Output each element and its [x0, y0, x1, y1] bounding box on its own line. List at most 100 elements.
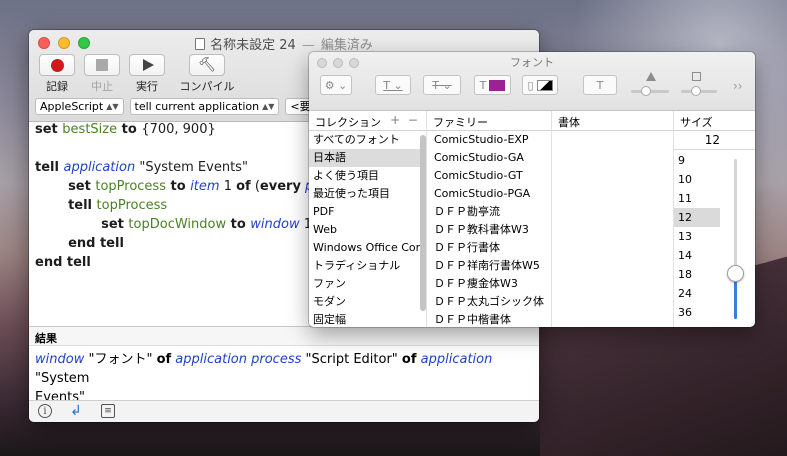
- record-icon: [50, 58, 64, 72]
- return-icon[interactable]: ↲: [69, 403, 83, 419]
- text-color-button[interactable]: T: [474, 75, 511, 95]
- list-item[interactable]: ＤＦＰ痩金体W3: [427, 275, 551, 293]
- compile-button[interactable]: 🔨︎ コンパイル: [177, 54, 237, 94]
- shadow-blur-slider[interactable]: [681, 86, 717, 96]
- list-item[interactable]: ＤＦＰ教科書体W3: [427, 221, 551, 239]
- size-list: 9 10 11 12 13 14 18 24 36 48: [674, 151, 720, 327]
- target-popup-label: tell current application: [134, 99, 260, 113]
- chevron-right-icon[interactable]: ››: [733, 79, 743, 93]
- list-item[interactable]: ファン: [309, 275, 426, 293]
- document-icon[interactable]: [195, 38, 206, 50]
- popup-arrows-icon: ▲▼: [106, 101, 119, 111]
- result-text[interactable]: window "フォント" of application process "Sc…: [35, 350, 515, 407]
- document-color-swatch: [536, 79, 553, 91]
- run-label: 実行: [136, 80, 158, 93]
- info-icon[interactable]: i: [38, 404, 52, 418]
- size-header: サイズ: [680, 116, 713, 129]
- list-item[interactable]: ComicStudio-GA: [427, 149, 551, 167]
- document-color-button[interactable]: ▯: [522, 75, 558, 95]
- slider-knob[interactable]: [641, 86, 651, 96]
- text-shadow-icon: T: [596, 78, 604, 92]
- window-title: 名称未設定 24 — 編集済み: [29, 34, 539, 53]
- action-menu-button[interactable]: ⚙ ⌄: [320, 75, 352, 95]
- family-header: ファミリー: [427, 111, 552, 131]
- record-label: 記録: [46, 80, 68, 93]
- popup-arrows-icon: ▲▼: [262, 101, 275, 111]
- list-item[interactable]: 13: [674, 227, 720, 246]
- fonts-title-bar[interactable]: フォント ⚙ ⌄ T ⌄ T ⌄ T ▯ T ››: [309, 52, 755, 111]
- fonts-panel-title: フォント: [510, 56, 554, 69]
- window-title-name: 名称未設定 24: [210, 38, 296, 53]
- slider-knob[interactable]: [691, 86, 701, 96]
- list-item[interactable]: 36: [674, 303, 720, 322]
- script-editor-text[interactable]: set bestSize to {700, 900} tell applicat…: [35, 120, 342, 272]
- shadow-blur-icon: [692, 72, 701, 81]
- list-item[interactable]: すべてのフォント: [309, 131, 426, 149]
- language-popup[interactable]: AppleScript ▲▼: [35, 97, 124, 115]
- status-bar: i ↲ ≡: [29, 400, 539, 422]
- document-color-icon: ▯: [527, 78, 534, 92]
- list-item[interactable]: 10: [674, 170, 720, 189]
- list-item[interactable]: 18: [674, 265, 720, 284]
- list-item[interactable]: 日本語: [309, 149, 426, 167]
- gear-icon: ⚙ ⌄: [324, 78, 348, 92]
- list-item[interactable]: ComicStudio-GT: [427, 167, 551, 185]
- list-item[interactable]: 11: [674, 189, 720, 208]
- collection-header: コレクション + −: [309, 111, 427, 131]
- list-item[interactable]: 固定幅: [309, 311, 426, 327]
- typeface-list: [552, 131, 674, 327]
- fonts-panel: フォント ⚙ ⌄ T ⌄ T ⌄ T ▯ T ›› コレクション + − ファミリ…: [309, 52, 755, 327]
- text-color-swatch: [489, 79, 506, 91]
- list-item[interactable]: 14: [674, 246, 720, 265]
- list-item[interactable]: ＤＦＰ勘亭流: [427, 203, 551, 221]
- list-item[interactable]: ComicStudio-PGA: [427, 185, 551, 203]
- list-item[interactable]: 12: [674, 208, 720, 227]
- result-header: 結果: [29, 326, 539, 346]
- size-slider-knob[interactable]: [727, 265, 744, 282]
- list-item[interactable]: よく使う項目: [309, 167, 426, 185]
- list-item[interactable]: PDF: [309, 203, 426, 221]
- underline-icon: T ⌄: [383, 78, 403, 92]
- list-item[interactable]: ＤＦＰ祥南行書体W5: [427, 257, 551, 275]
- stop-button[interactable]: 中止: [80, 54, 124, 94]
- target-popup[interactable]: tell current application ▲▼: [129, 97, 280, 115]
- compile-label: コンパイル: [179, 80, 235, 93]
- title-separator: —: [301, 38, 315, 53]
- list-item[interactable]: 24: [674, 284, 720, 303]
- list-item[interactable]: 48: [674, 322, 720, 327]
- strikethrough-icon: T ⌄: [432, 78, 452, 92]
- list-item[interactable]: Windows Office Cor: [309, 239, 426, 257]
- list-icon[interactable]: ≡: [101, 404, 115, 418]
- size-input[interactable]: 12: [674, 131, 755, 150]
- run-button[interactable]: 実行: [125, 54, 169, 94]
- run-icon: [142, 59, 154, 71]
- add-remove-collection-buttons[interactable]: + −: [390, 113, 420, 127]
- list-item[interactable]: ComicStudio-EXP: [427, 131, 551, 149]
- underline-button[interactable]: T ⌄: [375, 75, 411, 95]
- size-column: 12 9 10 11 12 13 14 18 24 36 48: [674, 131, 755, 327]
- stop-label: 中止: [91, 80, 113, 93]
- list-item[interactable]: ＤＦＰ太丸ゴシック体: [427, 293, 551, 311]
- stop-icon: [96, 59, 108, 71]
- text-shadow-button[interactable]: T: [583, 75, 617, 95]
- hammer-icon: 🔨︎: [198, 57, 216, 73]
- language-popup-label: AppleScript: [40, 99, 104, 113]
- typeface-header: 書体: [552, 111, 674, 131]
- collection-scrollbar[interactable]: [420, 135, 426, 311]
- list-item[interactable]: 9: [674, 151, 720, 170]
- family-list: ComicStudio-EXP ComicStudio-GA ComicStud…: [427, 131, 552, 327]
- record-button[interactable]: 記録: [35, 54, 79, 94]
- collection-list: すべてのフォント 日本語 よく使う項目 最近使った項目 PDF Web Wind…: [309, 131, 427, 327]
- fonts-column-headers: コレクション + − ファミリー 書体 サイズ: [309, 111, 755, 131]
- strikethrough-button[interactable]: T ⌄: [423, 75, 461, 95]
- list-item[interactable]: モダン: [309, 293, 426, 311]
- text-color-icon: T: [479, 78, 487, 92]
- shadow-opacity-slider[interactable]: [631, 86, 669, 96]
- list-item[interactable]: ＤＦＰ中楷書体: [427, 311, 551, 327]
- list-item[interactable]: ＤＦＰ行書体: [427, 239, 551, 257]
- shadow-opacity-icon: [646, 72, 656, 81]
- list-item[interactable]: 最近使った項目: [309, 185, 426, 203]
- edited-status[interactable]: 編集済み: [321, 38, 373, 53]
- list-item[interactable]: Web: [309, 221, 426, 239]
- list-item[interactable]: トラディショナル: [309, 257, 426, 275]
